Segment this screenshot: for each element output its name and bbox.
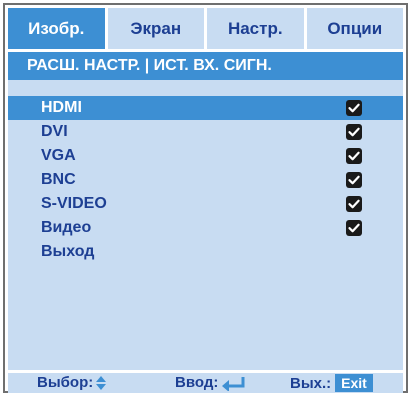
breadcrumb: РАСШ. НАСТР. | ИСТ. ВХ. СИГН. [8,52,403,80]
tab-settings[interactable]: Настр. [207,8,304,49]
source-item-hdmi[interactable]: HDMI [8,96,403,120]
enter-hint-label: Ввод: [175,374,219,391]
source-label: Видео [41,219,92,236]
exit-menu-item[interactable]: Выход [8,240,403,264]
enter-hint: Ввод: [175,374,248,391]
exit-key-badge: Exit [335,374,373,392]
source-label: VGA [41,147,76,164]
select-hint: Выбор: [37,374,107,391]
osd-menu: Изобр. Экран Настр. Опции РАСШ. НАСТР. |… [3,3,408,393]
source-list: HDMI DVI VGA BNC S-VIDEO Видео Выход [8,80,403,370]
source-item-dvi[interactable]: DVI [8,120,403,144]
select-hint-label: Выбор: [37,374,94,391]
source-item-vga[interactable]: VGA [8,144,403,168]
checkbox-checked-icon[interactable] [346,196,362,212]
source-label: S-VIDEO [41,195,107,212]
source-label: BNC [41,171,76,188]
tab-screen[interactable]: Экран [107,8,204,49]
exit-label: Выход [41,243,95,260]
tab-options[interactable]: Опции [306,8,403,49]
tab-bar: Изобр. Экран Настр. Опции [8,8,403,49]
exit-hint: Вых.: Exit [290,374,373,392]
key-hint-bar: Выбор: Ввод: Вых.: Exit [8,373,403,393]
checkbox-checked-icon[interactable] [346,148,362,164]
checkbox-checked-icon[interactable] [346,172,362,188]
checkbox-checked-icon[interactable] [346,124,362,140]
up-down-arrows-icon [96,375,107,390]
checkbox-checked-icon[interactable] [346,100,362,116]
source-item-bnc[interactable]: BNC [8,168,403,192]
source-label: HDMI [41,99,82,116]
enter-key-icon [222,376,245,391]
source-item-video[interactable]: Видео [8,216,403,240]
checkbox-checked-icon[interactable] [346,220,362,236]
source-label: DVI [41,123,68,140]
tab-picture[interactable]: Изобр. [8,8,105,49]
source-item-s-video[interactable]: S-VIDEO [8,192,403,216]
exit-hint-label: Вых.: [290,374,332,392]
